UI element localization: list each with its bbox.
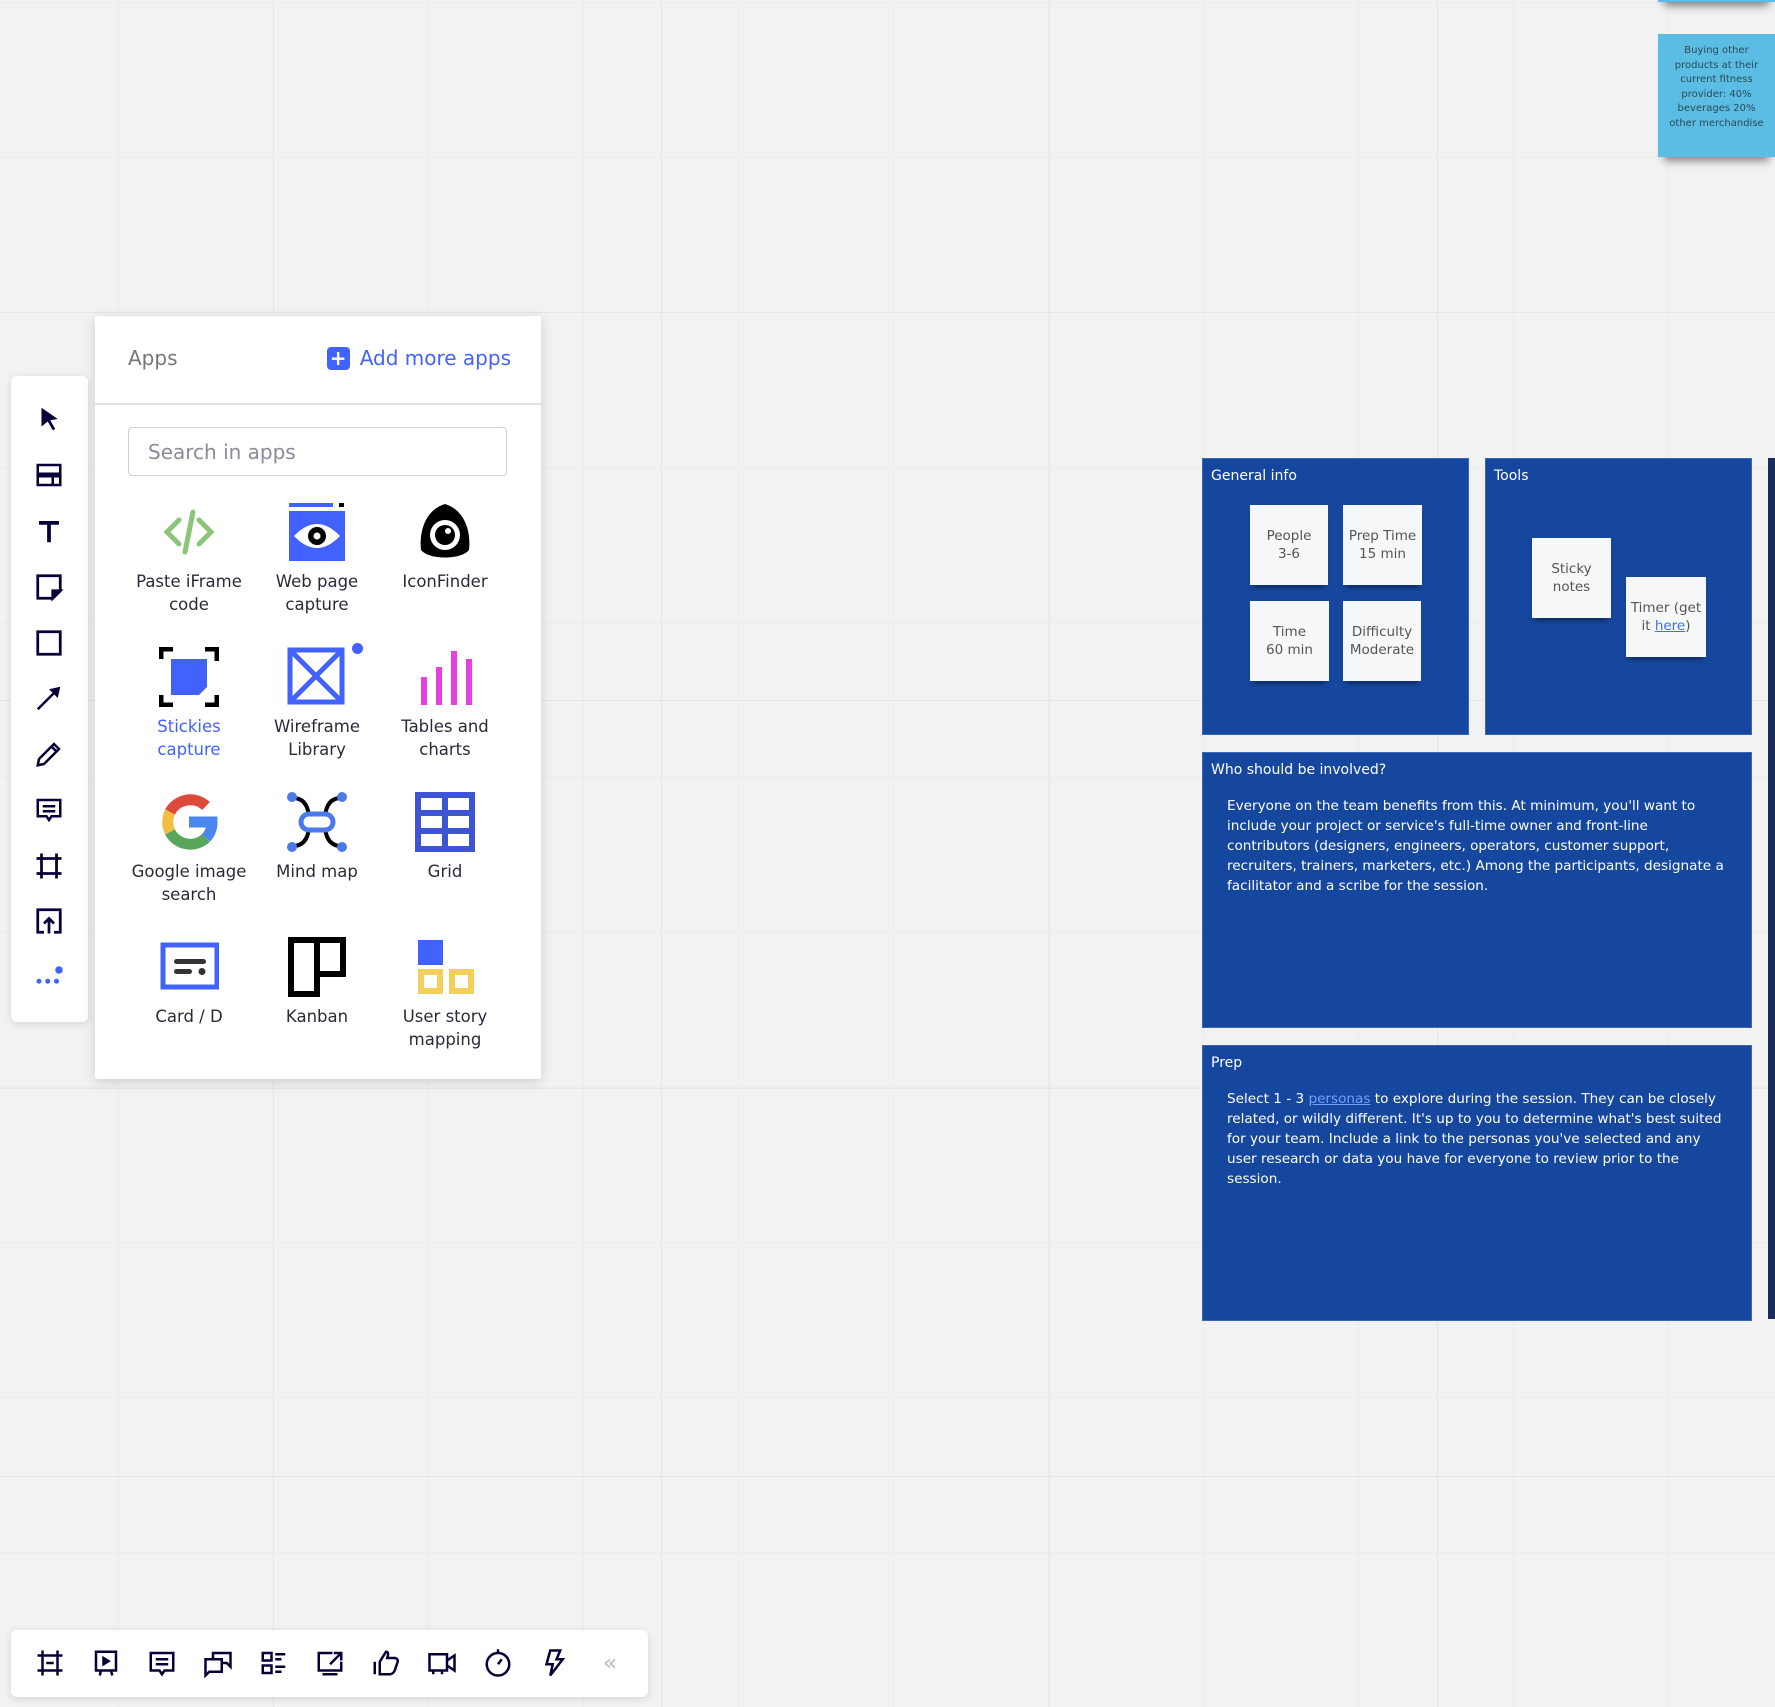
pen-icon[interactable] [33, 738, 65, 770]
upload-icon[interactable] [33, 905, 65, 937]
note-text: ) [1685, 618, 1691, 634]
app-label: Web page capture [275, 572, 359, 614]
app-card[interactable]: Card / D [125, 937, 253, 1082]
body-text: Select 1 - 3 [1227, 1091, 1309, 1107]
timer-here-link[interactable]: here [1655, 618, 1685, 634]
card-list-icon[interactable] [258, 1647, 290, 1679]
apps-panel-title: Apps [128, 346, 178, 370]
shape-icon[interactable] [33, 627, 65, 659]
sticky-note-sticky-notes[interactable]: Sticky notes [1532, 538, 1611, 618]
frame-icon[interactable] [33, 850, 65, 882]
frame-title: Prep [1211, 1055, 1243, 1071]
sticky-note-fitness[interactable]: Buying other products at their current f… [1658, 34, 1775, 157]
frame-tools[interactable]: Tools [1485, 458, 1752, 735]
comments-icon[interactable] [146, 1647, 178, 1679]
apps-panel: Apps + Add more apps Paste iFrame code We… [95, 316, 541, 1079]
app-label: Card / D [155, 1007, 223, 1026]
frame-title: Tools [1494, 468, 1529, 484]
app-label: Stickies capture [157, 717, 221, 759]
left-toolbar [11, 376, 88, 1022]
app-paste-iframe-code[interactable]: Paste iFrame code [125, 502, 253, 647]
grid-icon [415, 792, 475, 852]
app-user-story-mapping[interactable]: User story mapping [381, 937, 509, 1082]
more-apps-icon[interactable] [33, 959, 65, 991]
app-label: Kanban [285, 1007, 349, 1026]
app-label: Google image search [131, 862, 247, 904]
mind-map-icon [287, 792, 347, 852]
app-label: Wireframe Library [273, 717, 361, 759]
add-more-apps-button[interactable]: + Add more apps [326, 346, 511, 370]
search-apps-input[interactable] [128, 427, 507, 476]
timer-icon[interactable] [482, 1647, 514, 1679]
collapse-icon[interactable]: « [594, 1647, 626, 1679]
sticky-note-difficulty[interactable]: Difficulty Moderate [1343, 601, 1421, 681]
app-web-page-capture[interactable]: Web page capture [253, 502, 381, 647]
sticky-note-prep-time[interactable]: Prep Time 15 min [1343, 505, 1422, 585]
app-label: User story mapping [402, 1007, 488, 1049]
templates-icon[interactable] [33, 459, 65, 491]
divider [95, 403, 541, 405]
eye-capture-icon [287, 502, 347, 562]
app-google-image-search[interactable]: Google image search [125, 792, 253, 937]
personas-link[interactable]: personas [1308, 1091, 1370, 1107]
app-label: Mind map [276, 862, 358, 881]
chat-icon[interactable] [202, 1647, 234, 1679]
frame-body-text: Everyone on the team benefits from this.… [1227, 798, 1724, 894]
sticky-note-time[interactable]: Time 60 min [1250, 601, 1329, 681]
app-wireframe-library[interactable]: Wireframe Library [253, 643, 381, 792]
app-iconfinder[interactable]: IconFinder [381, 502, 509, 647]
stickies-capture-icon [159, 647, 219, 707]
sticky-note-icon[interactable] [33, 571, 65, 603]
select-cursor-icon[interactable] [33, 403, 65, 435]
user-story-map-icon [415, 937, 475, 997]
app-label: Paste iFrame code [136, 572, 242, 614]
frame-prep[interactable]: Prep Select 1 - 3 personas to explore du… [1202, 1045, 1752, 1321]
wireframe-icon [287, 643, 363, 707]
bottom-toolbar: « [11, 1630, 648, 1697]
new-badge-dot [352, 643, 363, 654]
frame-dark-partial[interactable] [1768, 458, 1775, 1319]
presentation-icon[interactable] [90, 1647, 122, 1679]
bar-chart-icon [415, 647, 475, 707]
video-call-icon[interactable] [426, 1647, 458, 1679]
sticky-note-top-partial[interactable] [1658, 0, 1775, 2]
comment-icon[interactable] [33, 794, 65, 826]
card-icon [159, 937, 219, 997]
app-label: IconFinder [402, 572, 488, 591]
sticky-note-timer[interactable]: Timer (get it here) [1626, 577, 1706, 657]
app-label: Grid [427, 862, 463, 881]
code-icon [159, 502, 219, 562]
sticky-note-people[interactable]: People 3-6 [1250, 505, 1328, 585]
frame-general-info[interactable]: General info [1202, 458, 1469, 735]
text-icon[interactable] [33, 515, 65, 547]
apps-grid: Paste iFrame code Web page capture IconF… [125, 502, 511, 1082]
share-screen-icon[interactable] [314, 1647, 346, 1679]
frame-title: General info [1211, 468, 1297, 484]
frames-icon[interactable] [34, 1647, 66, 1679]
frame-who-should-be-involved[interactable]: Who should be involved? Everyone on the … [1202, 752, 1752, 1028]
arrow-line-icon[interactable] [33, 682, 65, 714]
frame-body-text: Select 1 - 3 personas to explore during … [1227, 1089, 1727, 1189]
app-grid[interactable]: Grid [381, 792, 509, 937]
lightning-icon[interactable] [538, 1647, 570, 1679]
voting-icon[interactable] [370, 1647, 402, 1679]
add-more-apps-label: Add more apps [359, 346, 511, 370]
iconfinder-icon [415, 502, 475, 562]
frame-title: Who should be involved? [1211, 762, 1387, 778]
app-label: Tables and charts [401, 717, 489, 759]
app-mind-map[interactable]: Mind map [253, 792, 381, 937]
google-icon [159, 792, 219, 852]
app-stickies-capture[interactable]: Stickies capture [125, 647, 253, 792]
kanban-icon [287, 937, 347, 997]
plus-icon: + [326, 346, 350, 370]
app-kanban[interactable]: Kanban [253, 937, 381, 1082]
app-tables-and-charts[interactable]: Tables and charts [381, 647, 509, 792]
